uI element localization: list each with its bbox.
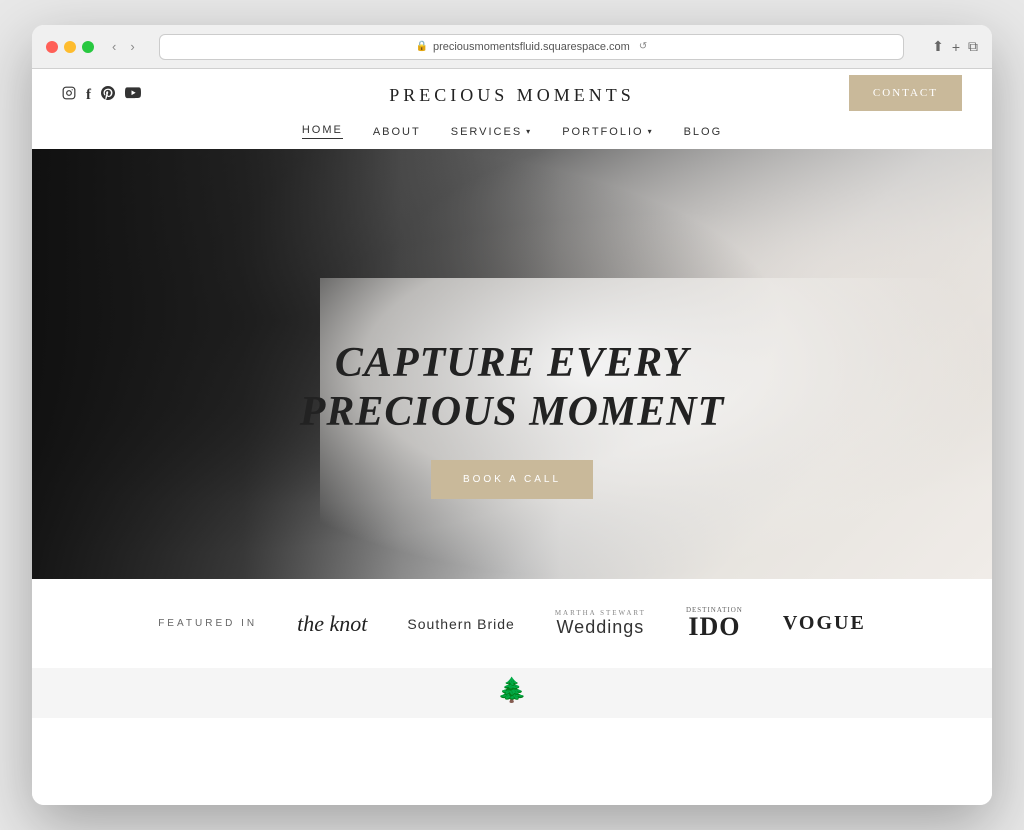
vogue-logo: VOGUE	[783, 612, 866, 635]
contact-button[interactable]: CONTACT	[849, 75, 962, 111]
browser-chrome: ‹ › 🔒 preciousmomentsfluid.squarespace.c…	[32, 25, 992, 69]
destination-ido-logo: DESTINATION IDO	[686, 607, 743, 640]
the-knot-logo: the knot	[297, 611, 367, 637]
hero-headline: CAPTURE EVERY PRECIOUS MOMENT	[32, 339, 992, 436]
tree-icon: 🌲	[497, 676, 527, 705]
bottom-peek-section: 🌲	[32, 668, 992, 718]
social-icons: f	[62, 86, 141, 105]
maximize-button[interactable]	[82, 41, 94, 53]
minimize-button[interactable]	[64, 41, 76, 53]
portfolio-dropdown-arrow: ▾	[648, 127, 654, 136]
share-button[interactable]: ⬆	[932, 38, 944, 55]
nav-item-about[interactable]: ABOUT	[373, 124, 421, 139]
nav-item-services[interactable]: SERVICES ▾	[451, 124, 532, 139]
nav-item-portfolio[interactable]: PORTFOLIO ▾	[562, 124, 653, 139]
featured-in-section: FEATURED IN the knot Southern Bride MART…	[32, 579, 992, 668]
security-lock-icon: 🔒	[416, 41, 428, 52]
site-title-block: PRECIOUS MOMENTS	[389, 85, 635, 106]
duplicate-button[interactable]: ⧉	[968, 38, 978, 55]
nav-item-blog[interactable]: BLOG	[684, 124, 723, 139]
instagram-icon[interactable]	[62, 86, 76, 105]
new-tab-button[interactable]: +	[952, 39, 960, 55]
services-dropdown-arrow: ▾	[526, 127, 532, 136]
browser-controls: ‹ ›	[108, 37, 139, 56]
back-button[interactable]: ‹	[108, 37, 120, 56]
youtube-icon[interactable]	[125, 87, 141, 104]
browser-window: ‹ › 🔒 preciousmomentsfluid.squarespace.c…	[32, 25, 992, 805]
pinterest-icon[interactable]	[101, 86, 115, 105]
site-header: f PRECIOUS MOMENTS CONTACT	[32, 69, 992, 116]
forward-button[interactable]: ›	[126, 37, 138, 56]
southern-bride-logo: Southern Bride	[407, 616, 514, 632]
address-bar[interactable]: 🔒 preciousmomentsfluid.squarespace.com ↺	[159, 34, 904, 60]
close-button[interactable]	[46, 41, 58, 53]
traffic-lights	[46, 41, 94, 53]
featured-in-label: FEATURED IN	[158, 618, 257, 629]
site-title: PRECIOUS MOMENTS	[389, 85, 635, 106]
weddings-logo: MARTHA STEWART Weddings	[555, 609, 646, 638]
browser-right-controls: ⬆ + ⧉	[932, 38, 978, 55]
reload-icon[interactable]: ↺	[639, 41, 647, 52]
website-content: f PRECIOUS MOMENTS CONTACT HOME	[32, 69, 992, 805]
hero-section: CAPTURE EVERY PRECIOUS MOMENT BOOK A CAL…	[32, 149, 992, 579]
nav-item-home[interactable]: HOME	[302, 124, 343, 139]
url-display: preciousmomentsfluid.squarespace.com	[433, 41, 630, 53]
book-call-button[interactable]: BOOK A CALL	[431, 460, 593, 499]
site-navigation: HOME ABOUT SERVICES ▾ PORTFOLIO ▾ BLOG	[32, 116, 992, 149]
hero-text-block: CAPTURE EVERY PRECIOUS MOMENT BOOK A CAL…	[32, 339, 992, 499]
facebook-icon[interactable]: f	[86, 87, 91, 104]
